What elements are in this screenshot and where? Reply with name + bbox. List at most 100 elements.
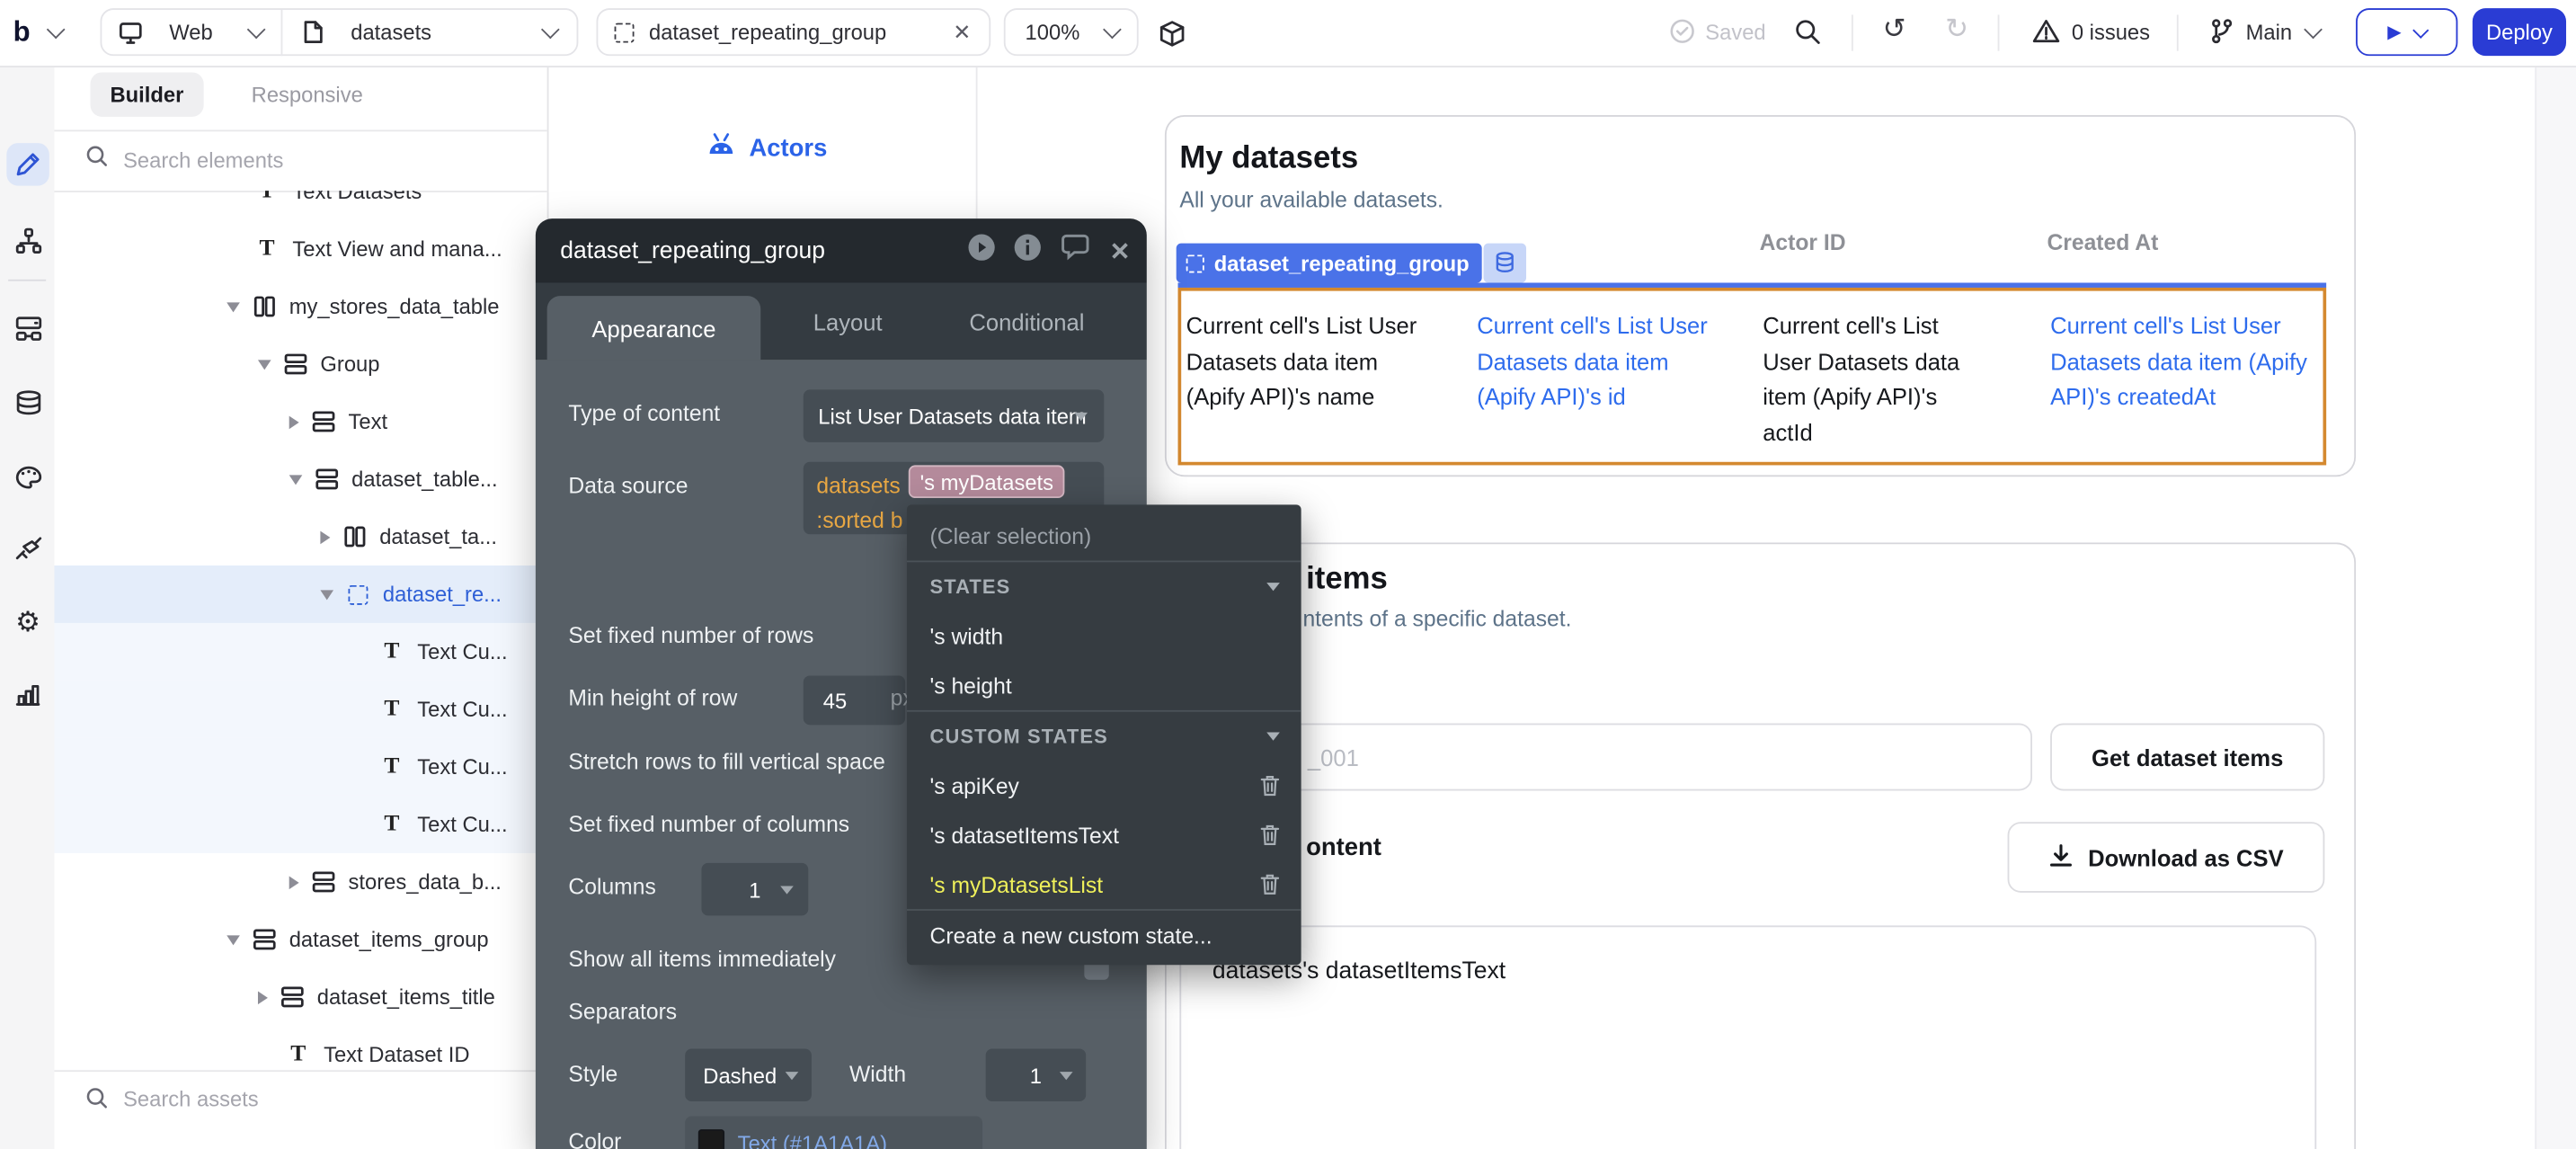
tree-item-text-dataset-id[interactable]: TText Dataset ID: [54, 1026, 546, 1070]
settings-gear-icon[interactable]: ⚙: [6, 600, 49, 643]
logs-chart-icon[interactable]: [6, 672, 49, 716]
search-icon[interactable]: [1794, 18, 1822, 54]
menu-item--s-datasetitemstext[interactable]: 's datasetItemsText: [907, 810, 1301, 860]
tree-item-text-cu-[interactable]: TText Cu...: [54, 681, 546, 738]
actors-nav-item[interactable]: Actors: [706, 131, 827, 165]
close-tab-icon[interactable]: ✕: [953, 19, 971, 45]
width-select[interactable]: 1: [986, 1049, 1086, 1102]
bubble-editor: b Web datasets dataset_repeating_group ✕…: [0, 0, 2576, 1149]
database-icon[interactable]: [6, 381, 49, 424]
tab-builder[interactable]: Builder: [91, 72, 204, 116]
redo-icon[interactable]: ↻: [1945, 13, 1968, 47]
table-element-icon: [342, 526, 366, 548]
style-select[interactable]: Dashed: [685, 1049, 812, 1102]
expand-right-icon[interactable]: [258, 991, 268, 1004]
tab-appearance[interactable]: Appearance: [547, 296, 761, 360]
canvas-scrollbar[interactable]: [2535, 66, 2576, 1149]
menu-item-create-custom-state[interactable]: Create a new custom state...: [907, 911, 1301, 960]
tree-item-text-cu-[interactable]: TText Cu...: [54, 623, 546, 681]
assets-search[interactable]: Search assets: [54, 1070, 546, 1149]
expand-right-icon[interactable]: [320, 530, 330, 544]
tree-item-dataset-items-group[interactable]: dataset_items_group: [54, 911, 546, 968]
preview-button[interactable]: ▶: [2356, 8, 2457, 56]
menu-section-custom-states[interactable]: CUSTOM STATES: [907, 712, 1301, 762]
branch-select[interactable]: Main: [2209, 18, 2320, 44]
menu-section-states[interactable]: STATES: [907, 562, 1301, 611]
columns-select[interactable]: 1: [701, 863, 808, 916]
expand-down-icon[interactable]: [227, 934, 240, 944]
tree-item-label: dataset_items_title: [317, 984, 495, 1009]
tree-item-dataset-re-[interactable]: dataset_re...: [54, 566, 546, 623]
deploy-button[interactable]: Deploy: [2473, 8, 2566, 56]
menu-item-clear-selection[interactable]: (Clear selection): [907, 512, 1301, 561]
plugins-icon[interactable]: [6, 528, 49, 571]
download-csv-button[interactable]: Download as CSV: [2008, 822, 2325, 893]
type-of-content-select[interactable]: List User Datasets data item: [804, 389, 1104, 442]
tab-responsive[interactable]: Responsive: [252, 82, 363, 106]
tree-item-group[interactable]: Group: [54, 335, 546, 393]
rg-cell-3[interactable]: Current cell's List User Datasets data i…: [2050, 309, 2323, 415]
zoom-select[interactable]: 100%: [1004, 8, 1139, 56]
color-field[interactable]: Text (#1A1A1A): [685, 1116, 982, 1149]
color-value-link[interactable]: Text (#1A1A1A): [738, 1130, 887, 1149]
repeating-group-bounds[interactable]: Current cell's List User Datasets data i…: [1178, 288, 2327, 465]
expand-down-icon[interactable]: [227, 302, 240, 312]
styles-palette-icon[interactable]: [6, 455, 49, 498]
column-header-created-at: Created At: [2047, 230, 2158, 254]
tree-item-text-cu-[interactable]: TText Cu...: [54, 796, 546, 853]
repeating-group-icon: [345, 584, 369, 604]
design-pencil-icon[interactable]: [6, 143, 49, 186]
trash-icon[interactable]: [1260, 873, 1280, 896]
rg-cell-0[interactable]: Current cell's List User Datasets data i…: [1186, 309, 1441, 415]
undo-icon[interactable]: ↺: [1883, 13, 1906, 47]
data-source-chip[interactable]: [1484, 244, 1527, 283]
menu-item--s-apikey[interactable]: 's apiKey: [907, 762, 1301, 811]
rg-cell-2[interactable]: Current cell's List User Datasets data i…: [1763, 309, 1981, 450]
element-search[interactable]: Search elements: [54, 129, 546, 192]
tree-item-text[interactable]: Text: [54, 393, 546, 450]
info-icon[interactable]: [1015, 233, 1043, 269]
tree-item-text-datasets[interactable]: TText Datasets: [54, 191, 546, 220]
tab-layout[interactable]: Layout: [813, 282, 883, 360]
expand-down-icon[interactable]: [320, 589, 333, 599]
tree-item-stores-data-b-[interactable]: stores_data_b...: [54, 853, 546, 911]
tab-conditional[interactable]: Conditional: [969, 282, 1084, 360]
expand-down-icon[interactable]: [258, 360, 271, 370]
tree-item-text-cu-[interactable]: TText Cu...: [54, 738, 546, 796]
menu-item--s-width[interactable]: 's width: [907, 611, 1301, 661]
selected-element-chip[interactable]: dataset_repeating_group: [1177, 244, 1483, 283]
menu-item--s-mydatasetslist[interactable]: 's myDatasetsList: [907, 860, 1301, 909]
workflow-tree-icon[interactable]: [6, 218, 49, 262]
platform-select[interactable]: Web: [169, 20, 212, 44]
component-library-icon[interactable]: [1159, 20, 1186, 56]
trash-icon[interactable]: [1260, 824, 1280, 847]
expand-right-icon[interactable]: [289, 876, 299, 889]
trash-icon[interactable]: [1260, 774, 1280, 797]
logo-chevron-icon[interactable]: [49, 28, 63, 36]
platform-chevron-icon[interactable]: [249, 28, 262, 36]
close-icon[interactable]: ✕: [1110, 236, 1131, 265]
data-source-expression[interactable]: datasets: [816, 474, 900, 498]
page-chevron-icon[interactable]: [544, 28, 557, 36]
expand-right-icon[interactable]: [289, 415, 299, 429]
menu-item--s-height[interactable]: 's height: [907, 661, 1301, 710]
reusable-blocks-icon[interactable]: [6, 307, 49, 351]
tree-item-dataset-table-[interactable]: dataset_table...: [54, 450, 546, 508]
issues-indicator[interactable]: 0 issues: [2032, 18, 2150, 44]
tree-item-dataset-ta-[interactable]: dataset_ta...: [54, 508, 546, 566]
comment-icon[interactable]: [1061, 233, 1092, 269]
dataset-id-input[interactable]: _001: [1207, 723, 2032, 790]
data-source-expression-suffix[interactable]: :sorted b: [816, 508, 902, 532]
preview-element-icon[interactable]: [968, 233, 996, 269]
inspector-header[interactable]: dataset_repeating_group ✕: [536, 218, 1147, 282]
page-select[interactable]: datasets: [351, 20, 431, 44]
tree-item-my-stores-data-table[interactable]: my_stores_data_table: [54, 278, 546, 335]
element-tab[interactable]: dataset_repeating_group ✕: [596, 8, 990, 56]
rg-cell-1[interactable]: Current cell's List User Datasets data i…: [1477, 309, 1709, 415]
tree-item-text-view-and-mana-[interactable]: TText View and mana...: [54, 220, 546, 278]
expand-down-icon[interactable]: [289, 474, 303, 484]
get-dataset-items-button[interactable]: Get dataset items: [2050, 723, 2324, 790]
tree-item-dataset-items-title[interactable]: dataset_items_title: [54, 968, 546, 1026]
bubble-logo[interactable]: b: [13, 16, 29, 49]
data-source-token[interactable]: 's myDatasets: [909, 465, 1065, 498]
